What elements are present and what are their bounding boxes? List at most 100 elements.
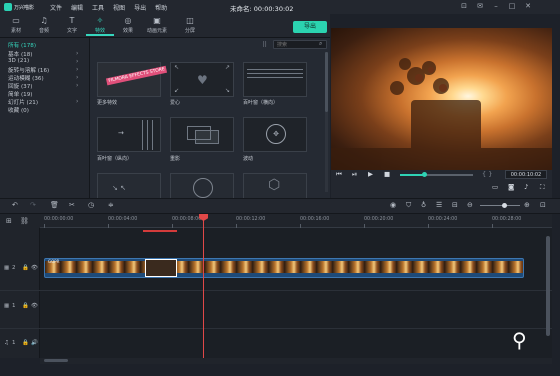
timeline-zoom-slider[interactable] bbox=[480, 205, 520, 206]
video-clip[interactable]: GOPR bbox=[44, 258, 524, 278]
effects-scrollbar[interactable] bbox=[325, 52, 328, 192]
grid-view-icon[interactable]: ⠿ bbox=[262, 41, 267, 49]
chevron-right-icon[interactable]: › bbox=[76, 66, 78, 73]
lock-icon[interactable]: 🔒 bbox=[22, 265, 29, 271]
tab-media[interactable]: ▭ 素材 bbox=[2, 16, 30, 36]
clip-filmstrip bbox=[45, 261, 523, 273]
chevron-right-icon[interactable]: › bbox=[76, 74, 78, 81]
category-item[interactable]: 回旋 (37) bbox=[8, 82, 32, 90]
hexagon-icon: ⬡ bbox=[268, 177, 281, 193]
category-item[interactable]: 运动模糊 (36) bbox=[8, 74, 44, 82]
timeline-scrollbar[interactable] bbox=[546, 236, 550, 336]
category-item[interactable]: 简单 (19) bbox=[8, 90, 32, 98]
lock-icon[interactable]: 🔒 bbox=[22, 303, 29, 309]
menu-view[interactable]: 视图 bbox=[113, 3, 125, 12]
split-icon: ◫ bbox=[186, 16, 194, 25]
timeline-toolbar bbox=[0, 198, 560, 214]
menu-tools[interactable]: 工具 bbox=[92, 3, 104, 12]
scroll-thumb[interactable] bbox=[44, 359, 68, 362]
eye-icon[interactable]: 👁 bbox=[31, 265, 38, 271]
category-item[interactable]: 3D (21) bbox=[8, 58, 29, 64]
mark-in-out[interactable]: { } bbox=[482, 170, 492, 178]
filter-icon: ◎ bbox=[124, 16, 132, 25]
tab-label: 音频 bbox=[38, 28, 49, 34]
chevron-right-icon[interactable]: › bbox=[76, 58, 78, 65]
eye-icon[interactable]: 👁 bbox=[31, 303, 38, 309]
effect-thumb-store[interactable]: FILMORA EFFECTS STORE bbox=[97, 62, 168, 97]
fullscreen-icon[interactable]: ⛶ bbox=[540, 183, 545, 192]
effect-thumb[interactable]: ⬡ bbox=[243, 173, 307, 198]
play-pause-icon[interactable]: ⏯ bbox=[352, 170, 357, 179]
chevron-right-icon[interactable]: › bbox=[76, 50, 78, 57]
effect-range-marker[interactable] bbox=[143, 230, 177, 232]
subtitle-icon[interactable]: ⊟ bbox=[452, 201, 458, 209]
close-icon[interactable]: ✕ bbox=[524, 2, 532, 10]
category-item[interactable]: 所有 (178) bbox=[8, 41, 36, 49]
target-icon bbox=[193, 178, 213, 198]
selected-clip-thumbnail[interactable] bbox=[145, 259, 177, 277]
magnifier-icon[interactable]: ⚲ bbox=[512, 328, 527, 352]
previous-frame-icon[interactable]: ⏮ bbox=[336, 170, 342, 179]
volume-icon[interactable]: ♪ bbox=[524, 183, 528, 191]
speed-icon[interactable]: ◷ bbox=[88, 201, 94, 209]
effect-thumb-wave[interactable]: ✥ bbox=[243, 117, 307, 152]
effect-thumb[interactable]: ↘ ↖ bbox=[97, 173, 161, 198]
category-item[interactable]: 旋转与溶解 (16) bbox=[8, 66, 49, 74]
export-button[interactable]: 导出 bbox=[293, 21, 327, 33]
effect-thumb[interactable] bbox=[170, 173, 234, 198]
flower-silhouette bbox=[331, 58, 552, 170]
play-icon[interactable]: ▶ bbox=[368, 170, 373, 178]
playhead[interactable] bbox=[203, 214, 204, 358]
zoom-in-icon[interactable]: ⊕ bbox=[524, 201, 530, 209]
link-icon[interactable]: ⛓ bbox=[20, 217, 29, 225]
chevron-right-icon[interactable]: › bbox=[76, 98, 78, 105]
progress-handle[interactable] bbox=[422, 172, 427, 177]
timeline-tracks[interactable] bbox=[40, 228, 552, 358]
delete-icon[interactable]: 🗑 bbox=[50, 201, 59, 209]
effect-thumb-heart[interactable]: ♥ ↖ ↗ ↙ ↘ bbox=[170, 62, 234, 97]
maximize-icon[interactable]: □ bbox=[508, 2, 516, 10]
effect-thumb-blinds-h[interactable] bbox=[243, 62, 307, 97]
adjust-icon[interactable]: ≑ bbox=[108, 201, 114, 209]
menu-edit[interactable]: 编辑 bbox=[71, 3, 83, 12]
tab-text[interactable]: T 文字 bbox=[58, 16, 86, 36]
menu-file[interactable]: 文件 bbox=[50, 3, 62, 12]
effect-thumb-ghost[interactable] bbox=[170, 117, 234, 152]
fit-icon[interactable]: ⊡ bbox=[540, 201, 546, 209]
mic-icon[interactable]: ♁ bbox=[421, 201, 426, 209]
effects-store-banner: FILMORA EFFECTS STORE bbox=[105, 65, 168, 86]
redo-icon[interactable]: ↷ bbox=[30, 201, 36, 209]
snapshot-icon[interactable]: ◙ bbox=[508, 183, 514, 191]
tab-split[interactable]: ◫ 分屏 bbox=[176, 16, 204, 36]
search-icon[interactable]: ⌕ bbox=[319, 40, 322, 48]
category-item[interactable]: 收藏 (0) bbox=[8, 106, 29, 114]
account-icon[interactable]: ⊡ bbox=[460, 2, 468, 10]
scroll-thumb[interactable] bbox=[325, 52, 328, 112]
effect-thumb-blinds-v[interactable]: → bbox=[97, 117, 161, 152]
monitor-icon[interactable]: ▭ bbox=[492, 183, 498, 191]
render-icon[interactable]: ◉ bbox=[390, 201, 396, 209]
lock-icon[interactable]: 🔒 bbox=[22, 340, 29, 346]
tab-filters[interactable]: ◎ 效果 bbox=[114, 16, 142, 36]
tab-effects[interactable]: ✧ 特效 bbox=[86, 16, 114, 36]
notification-icon[interactable]: ✉ bbox=[476, 2, 484, 10]
track-divider bbox=[0, 328, 552, 329]
undo-icon[interactable]: ↶ bbox=[12, 201, 18, 209]
tab-elements[interactable]: ▣ 动画元素 bbox=[140, 16, 174, 36]
menu-help[interactable]: 帮助 bbox=[155, 3, 167, 12]
cut-icon[interactable]: ✂ bbox=[69, 201, 75, 209]
zoom-out-icon[interactable]: ⊖ bbox=[467, 201, 473, 209]
zoom-handle[interactable] bbox=[502, 203, 507, 208]
category-item[interactable]: 基本 (18) bbox=[8, 50, 32, 58]
mixer-icon[interactable]: ☰ bbox=[436, 201, 442, 209]
add-track-icon[interactable]: ⊞ bbox=[6, 217, 12, 225]
blinds-v-icon: → bbox=[118, 129, 124, 137]
menu-export[interactable]: 导出 bbox=[134, 3, 146, 12]
stop-icon[interactable]: ■ bbox=[384, 170, 390, 178]
category-item[interactable]: 幻灯片 (21) bbox=[8, 98, 38, 106]
chevron-right-icon[interactable]: › bbox=[76, 82, 78, 89]
marker-icon[interactable]: ⛉ bbox=[406, 201, 411, 210]
speaker-icon[interactable]: 🔊 bbox=[31, 340, 38, 346]
tab-audio[interactable]: ♫ 音频 bbox=[30, 16, 58, 36]
minimize-icon[interactable]: – bbox=[492, 2, 500, 10]
